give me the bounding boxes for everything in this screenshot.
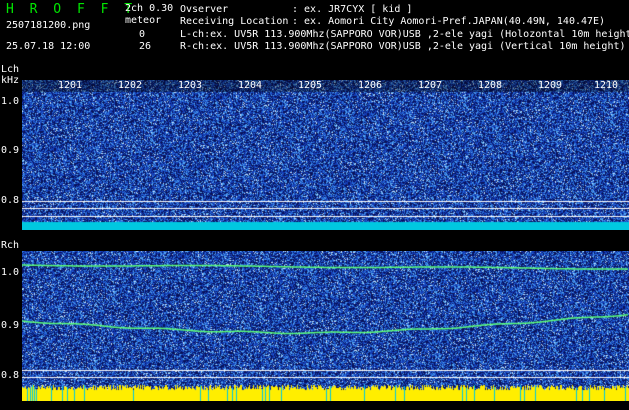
rch-ytick-2: 0.9	[1, 320, 20, 331]
lch-time-1206: 1206	[358, 80, 383, 91]
lch-ytick-1: 1.0	[1, 96, 20, 107]
rch-ytick-1: 1.0	[1, 267, 20, 278]
mode-label: 2ch 0.30	[125, 3, 174, 14]
rch-label: Rch	[1, 240, 20, 251]
lch-time-1210: 1210	[594, 80, 619, 91]
lch-time-1208: 1208	[478, 80, 503, 91]
lch-info: L-ch:ex. UV5R 113.900Mhz(SAPPORO VOR)USB…	[180, 29, 629, 40]
filename: 2507181200.png	[6, 20, 91, 31]
rch-ytick-3: 0.8	[1, 370, 20, 381]
lch-unit: kHz	[1, 75, 20, 86]
location-label: Receiving Location	[180, 16, 289, 27]
lch-time-1205: 1205	[298, 80, 323, 91]
observer-value: : ex. JR7CYX [ kid ]	[292, 4, 413, 15]
location-value: : ex. Aomori City Aomori-Pref.JAPAN(40.4…	[292, 16, 606, 27]
lch-time-1207: 1207	[418, 80, 443, 91]
rch-spectrogram	[22, 251, 629, 401]
meteor-lch-count: 0	[139, 29, 146, 40]
lch-time-1209: 1209	[538, 80, 563, 91]
meteor-label: meteor	[125, 15, 162, 26]
lch-time-1202: 1202	[118, 80, 143, 91]
rch-info: R-ch:ex. UV5R 113.900Mhz(SAPPORO VOR)USB…	[180, 41, 626, 52]
lch-ytick-2: 0.9	[1, 145, 20, 156]
lch-ytick-3: 0.8	[1, 195, 20, 206]
app-title: H R O F F T	[6, 2, 137, 17]
lch-time-1201: 1201	[58, 80, 83, 91]
datetime: 25.07.18 12:00	[6, 41, 91, 52]
meteor-rch-count: 26	[139, 41, 152, 52]
lch-time-1204: 1204	[238, 80, 263, 91]
lch-label: Lch	[1, 64, 20, 75]
observer-label: Ovserver	[180, 4, 229, 15]
lch-time-1203: 1203	[178, 80, 203, 91]
lch-spectrogram	[22, 80, 629, 230]
